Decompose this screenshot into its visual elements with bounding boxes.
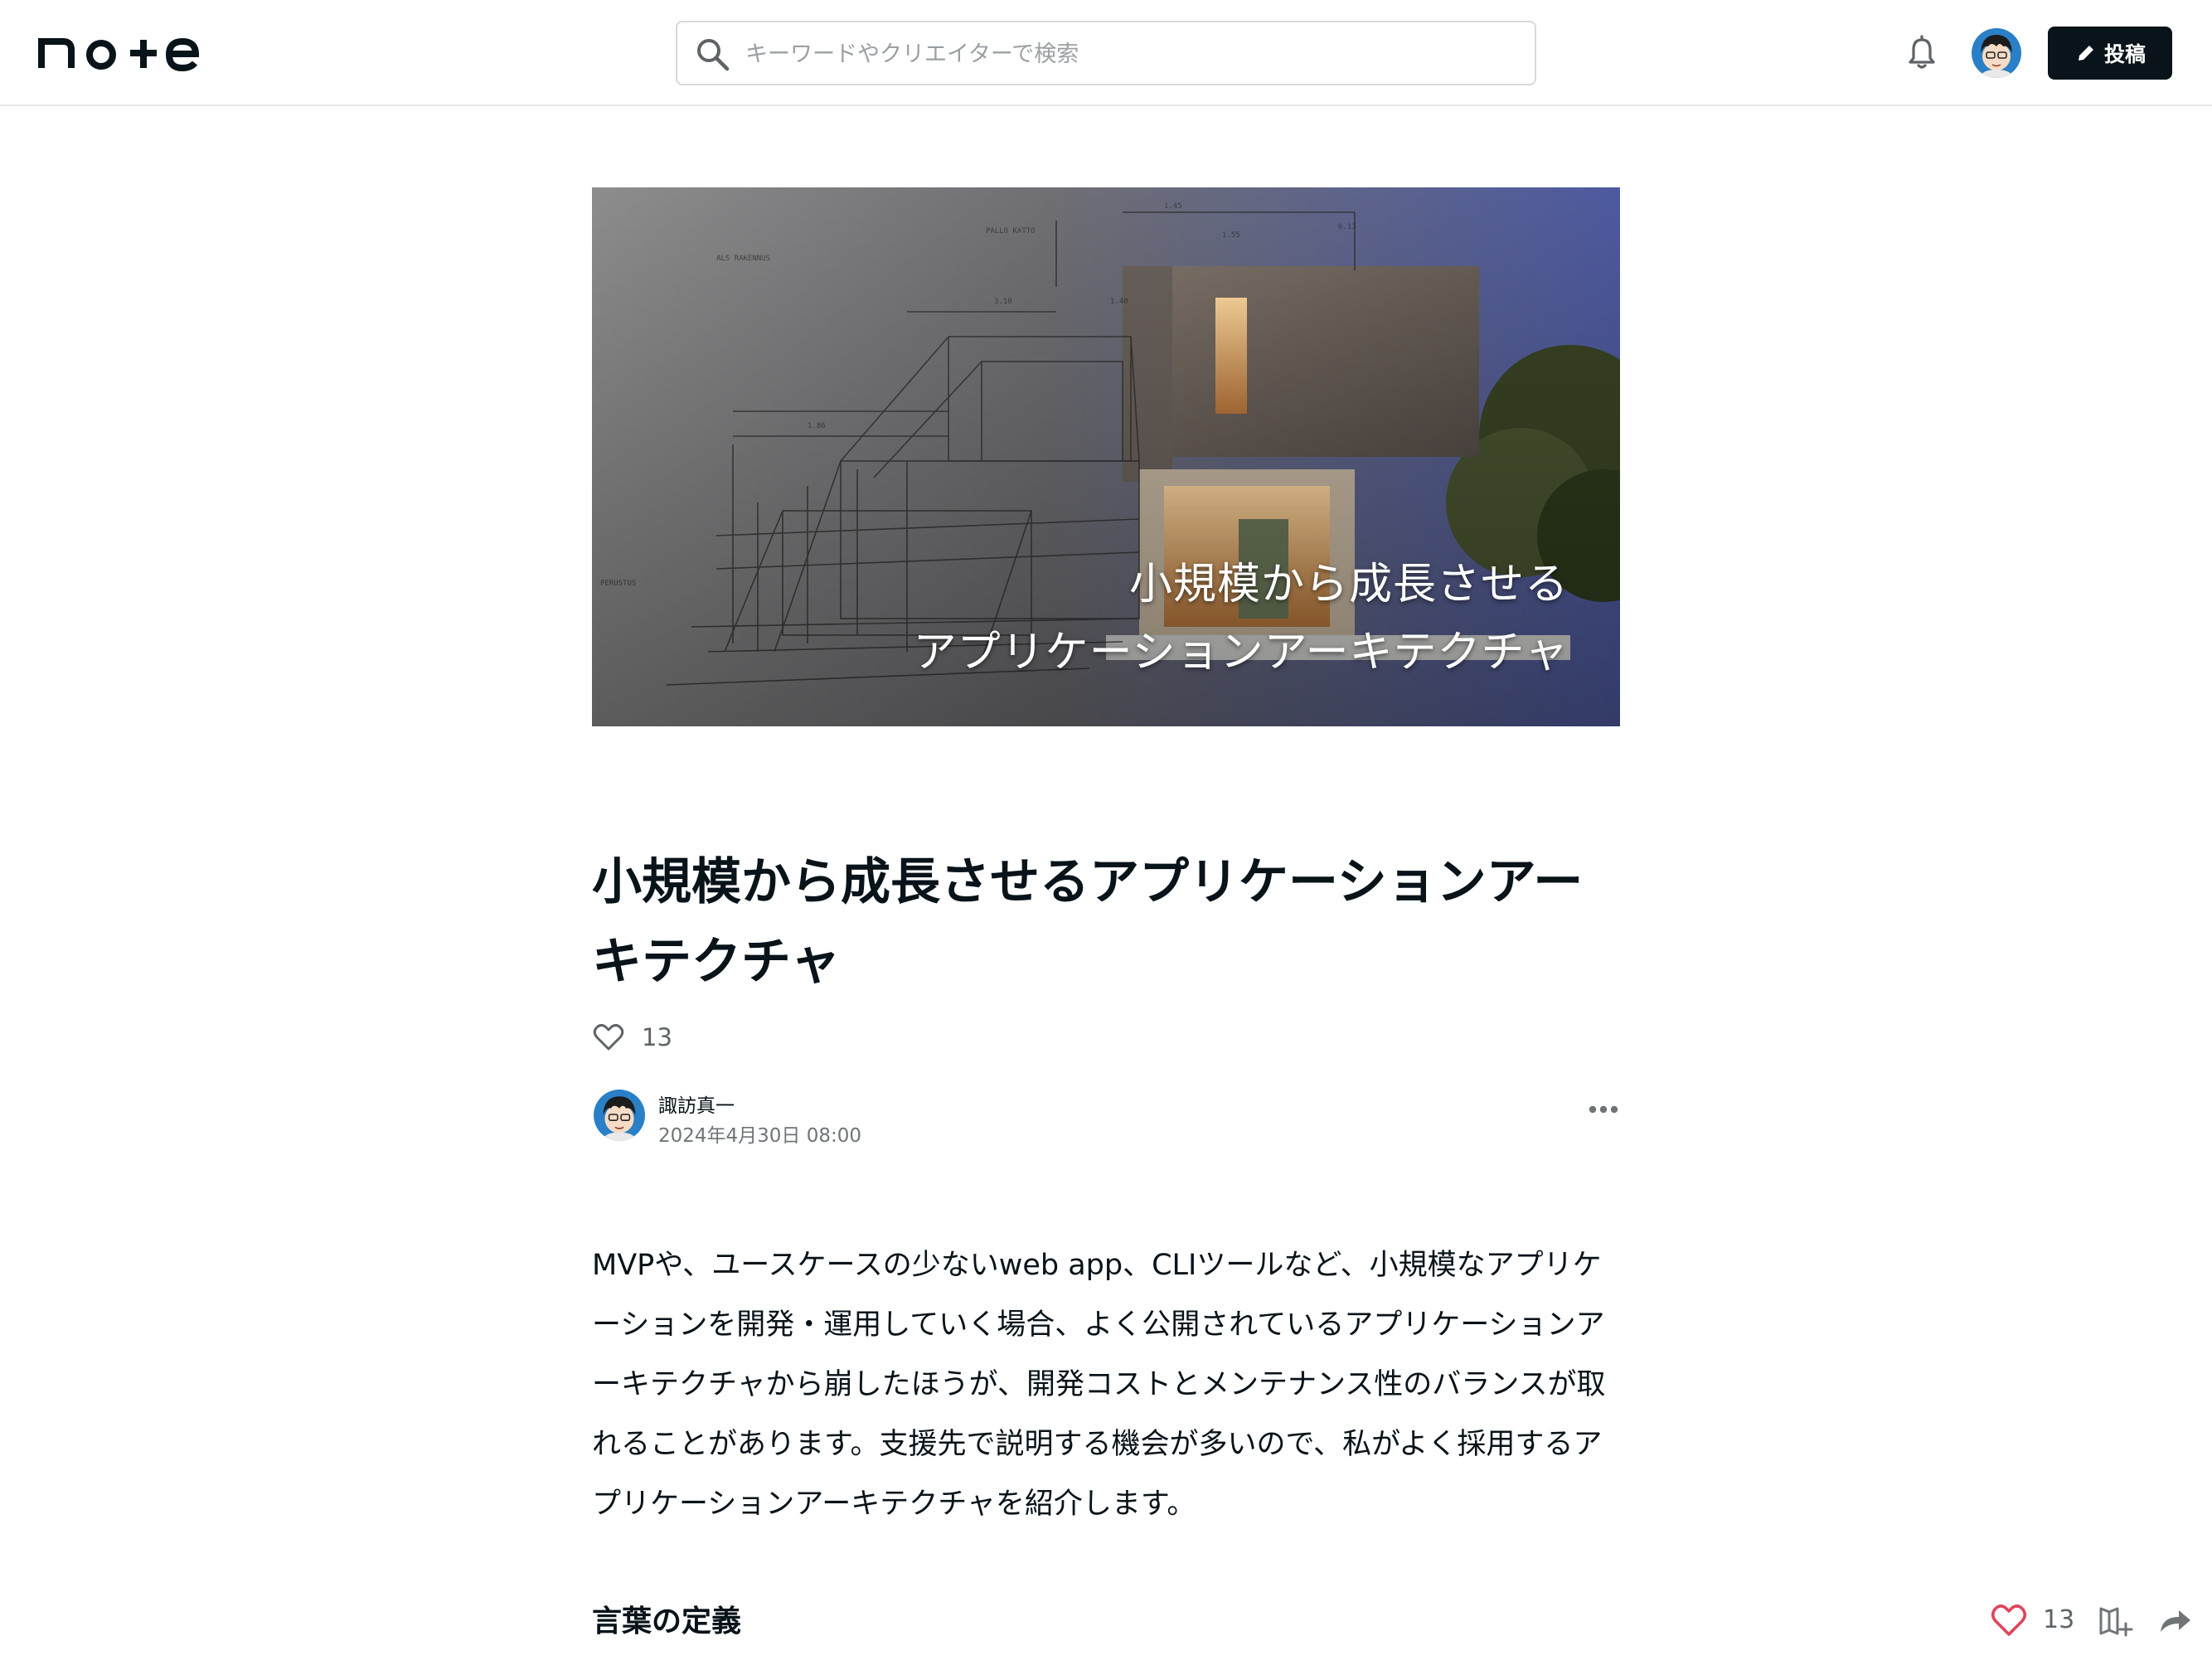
search-input[interactable] [744,29,1510,79]
note-logo-mark [38,37,200,72]
post-button[interactable]: 投稿 [2048,27,2172,80]
author-avatar[interactable] [594,1090,645,1141]
bell-icon [1909,35,1935,69]
heart-icon[interactable] [1990,1602,2028,1638]
hero-caption-line2: アプリケーションアーキテクチャ [913,628,1569,677]
like-summary: 13 [592,1018,672,1056]
like-count: 13 [642,1023,672,1051]
article-title: 小規模から成長させるアプリケーションアーキテクチャ [592,853,1584,991]
more-horizontal-icon [1589,1105,1618,1114]
pencil-icon [2078,44,2095,61]
notifications-button[interactable] [1902,33,1942,73]
avatar-illustration [594,1090,645,1141]
search-icon [697,39,730,71]
article-eyecatch-image: 1.45 1.55 6.13 3.10 1.40 1.86 ALS RAKENN… [592,187,1620,726]
user-avatar[interactable] [1972,28,2021,78]
more-options-button[interactable] [1587,1099,1620,1119]
published-date: 2024年4月30日 08:00 [658,1125,862,1147]
section-heading: 言葉の定義 [592,1604,742,1638]
add-to-magazine-icon[interactable] [2096,1602,2134,1638]
article-body-paragraph: MVPや、ユースケースの少ないweb app、CLIツールなど、小規模なアプリケ… [592,1249,1606,1521]
note-logo[interactable] [38,28,204,73]
global-header: 投稿 [0,0,2212,106]
heart-icon[interactable] [592,1021,625,1054]
share-icon[interactable] [2156,1602,2194,1638]
hero-caption-line1: 小規模から成長させる [1128,560,1569,609]
article-action-bar: 13 [1990,1597,2197,1643]
search-box[interactable] [676,21,1536,85]
author-info: 諏訪真一 2024年4月30日 08:00 [592,1088,1620,1147]
author-name[interactable]: 諏訪真一 [658,1090,735,1118]
post-button-label: 投稿 [2103,42,2146,66]
like-count: 13 [2043,1605,2075,1634]
avatar-illustration [1972,28,2021,78]
